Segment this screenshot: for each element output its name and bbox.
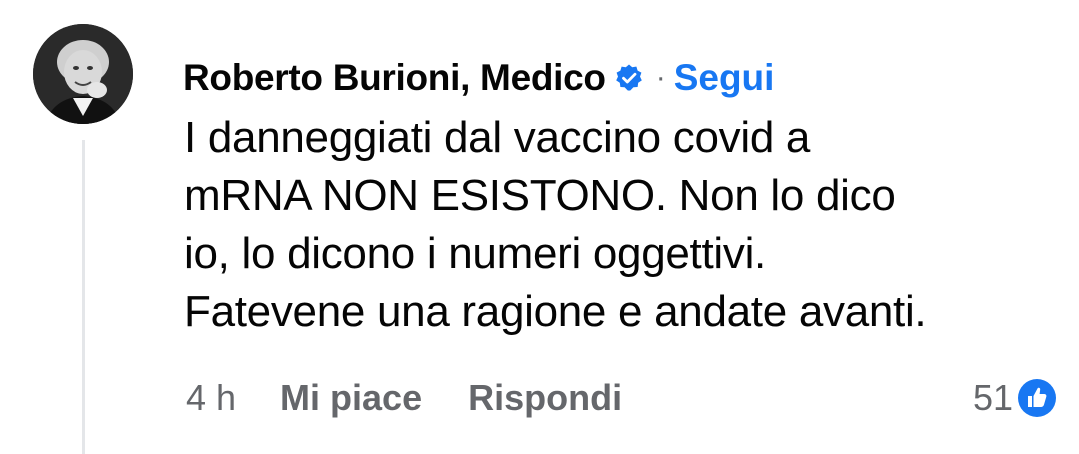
follow-button[interactable]: Segui [674,57,775,99]
comment-header: Roberto Burioni, Medico · Segui [183,52,774,104]
avatar-photo [33,24,133,124]
comment-line: I danneggiati dal vaccino covid a [184,113,811,162]
comment-line: mRNA NON ESISTONO. Non lo dico [184,171,896,220]
like-reaction-icon [1017,378,1057,418]
reaction-count: 51 [972,377,1013,418]
comment-line: io, lo dicono i numeri oggettivi. [184,229,766,278]
timestamp[interactable]: 4 h [186,377,236,419]
reaction-summary[interactable]: 51 [973,370,1057,426]
thread-line [82,140,85,454]
separator-dot: · [655,61,666,94]
avatar[interactable] [33,24,133,124]
like-button[interactable]: Mi piace [280,377,422,419]
comment-actions: 4 h Mi piace Rispondi [186,370,622,426]
comment-body: I danneggiati dal vaccino covid a mRNA N… [184,109,1064,341]
verified-badge-icon [614,63,644,93]
reply-button[interactable]: Rispondi [468,377,622,419]
author-name[interactable]: Roberto Burioni, Medico [183,57,606,99]
comment-line: Fatevene una ragione e andate avanti. [184,287,927,336]
